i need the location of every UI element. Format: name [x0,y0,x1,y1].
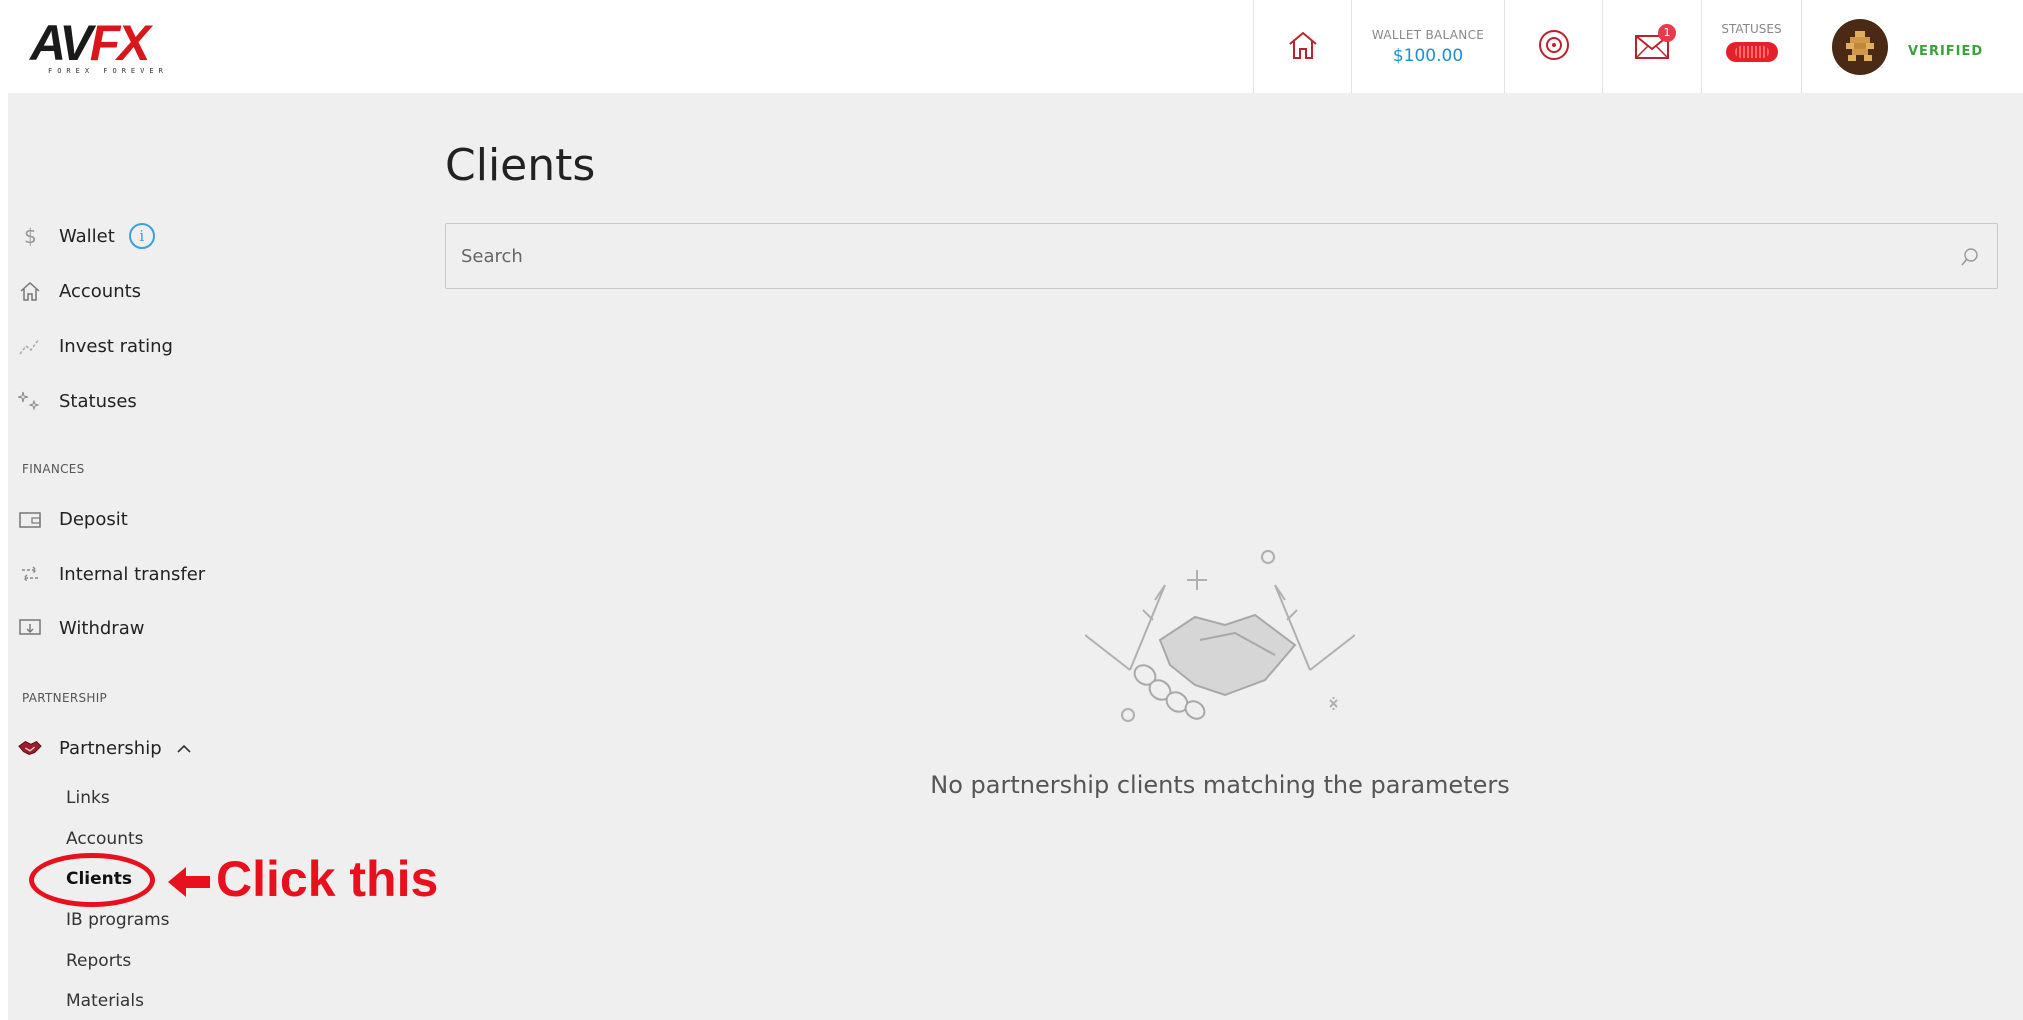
empty-state-message: No partnership clients matching the para… [930,771,1510,799]
sidebar-item-label: Invest rating [59,335,173,357]
sidebar-item-wallet[interactable]: $ Wallet i [18,220,155,252]
target-icon [1537,28,1571,66]
wallet-balance-label: WALLET BALANCE [1371,27,1485,42]
annotation-circle [29,853,155,907]
info-icon[interactable]: i [128,223,155,249]
target-button[interactable] [1504,0,1602,93]
search-box[interactable] [445,223,1998,289]
sidebar-subitem-links[interactable]: Links [66,788,110,808]
sidebar-item-statuses[interactable]: Statuses [18,385,137,417]
sidebar-subitem-ib-programs[interactable]: IB programs [66,910,170,930]
handshake-illustration-icon [1084,545,1356,734]
dollar-icon: $ [18,224,42,248]
sparkle-icon [18,389,42,413]
sidebar-item-label: Internal transfer [59,563,206,585]
wallet-icon [18,507,42,531]
annotation-arrow-icon [168,865,212,903]
verified-status: VERIFIED [1908,44,1984,59]
chevron-up-icon[interactable] [176,739,192,758]
svg-text:$: $ [24,224,37,248]
avatar [1832,18,1888,75]
sidebar-item-label: Statuses [59,390,137,412]
search-input[interactable] [461,224,1941,288]
home-icon [1286,28,1320,66]
partnership-heading: PARTNERSHIP [22,691,108,705]
search-icon[interactable] [1959,246,1981,272]
sidebar-subitem-accounts[interactable]: Accounts [66,829,144,849]
avfx-logo[interactable]: AVFX FOREX FOREVER [30,16,180,78]
envelope-icon [1634,34,1670,66]
wallet-balance-widget[interactable]: WALLET BALANCE $100.00 [1351,0,1504,93]
sidebar-item-deposit[interactable]: Deposit [18,503,128,535]
user-profile[interactable]: VERIFIED [1801,0,2023,93]
sidebar-item-invest-rating[interactable]: Invest rating [18,330,173,362]
sidebar-subitem-reports[interactable]: Reports [66,951,131,971]
sidebar-item-label: Partnership [59,737,162,759]
sidebar-item-label: Accounts [59,280,142,302]
logo-tagline: FOREX FOREVER [48,67,168,75]
unread-count-badge: 1 [1658,23,1676,42]
sidebar-item-label: Withdraw [59,617,145,639]
messages-button[interactable]: 1 [1602,0,1701,93]
withdraw-icon [18,616,42,640]
home-button[interactable] [1253,0,1351,93]
finances-heading: FINANCES [22,462,85,476]
logo-wordmark: AVFX [30,15,151,71]
annotation-label: Click this [216,851,439,907]
chart-line-icon [18,334,42,358]
transfer-icon [18,562,42,586]
sidebar-item-label: Deposit [59,508,128,530]
statuses-widget[interactable]: STATUSES [1701,0,1801,93]
home-icon [18,279,42,303]
sidebar-item-internal-transfer[interactable]: Internal transfer [18,558,205,590]
page-title: Clients [445,140,596,191]
sidebar-item-accounts[interactable]: Accounts [18,275,141,307]
top-header: AVFX FOREX FOREVER WALLET BALANCE $100.0… [0,0,2023,93]
sidebar-item-label: Wallet [59,225,115,247]
sidebar-item-withdraw[interactable]: Withdraw [18,612,144,644]
sidebar-item-partnership[interactable]: Partnership [18,732,192,764]
status-level-bar [1725,41,1778,62]
sidebar-subitem-materials[interactable]: Materials [66,991,144,1011]
wallet-balance-value: $100.00 [1392,45,1464,66]
handshake-icon [18,736,42,760]
statuses-label: STATUSES [1721,21,1782,36]
